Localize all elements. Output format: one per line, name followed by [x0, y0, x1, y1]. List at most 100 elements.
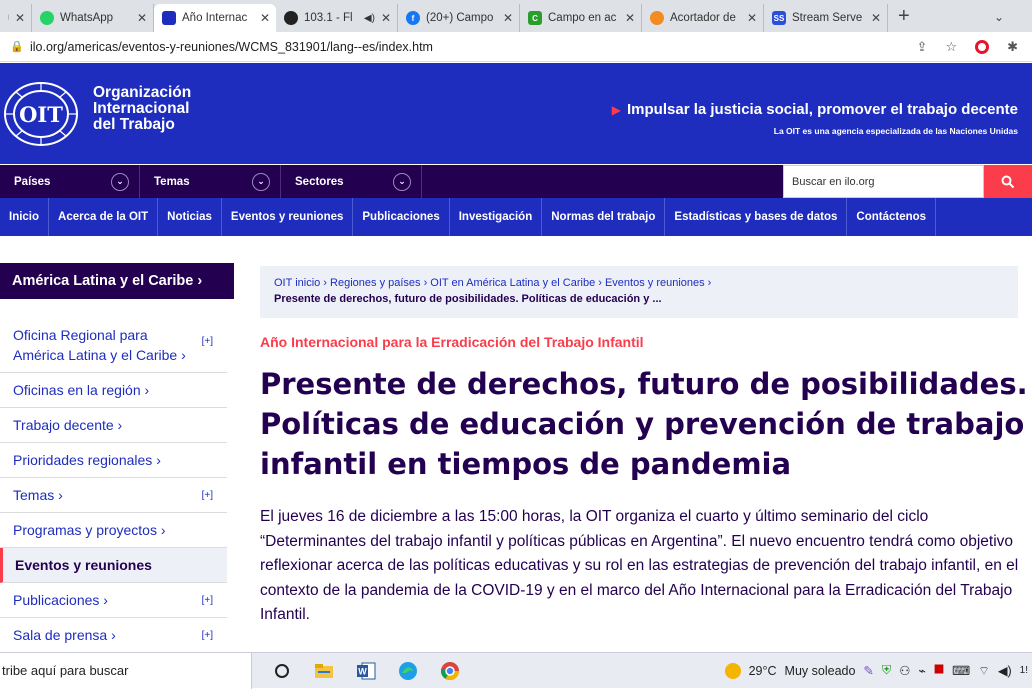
sidebar-item-label: Temas › — [13, 487, 63, 503]
word-icon[interactable]: W — [354, 659, 378, 683]
search-icon — [1001, 175, 1015, 188]
sidebar-item-label: Eventos y reuniones — [15, 557, 152, 573]
sidebar-item-prioridades[interactable]: Prioridades regionales › — [0, 443, 227, 478]
nav-publicaciones[interactable]: Publicaciones — [353, 198, 450, 236]
sidebar-menu: Oficina Regional para América Latina y e… — [0, 318, 232, 653]
pen-icon[interactable]: ✎ — [863, 663, 873, 678]
browser-tab[interactable]: Acortador de ✕ — [642, 4, 764, 32]
nav-sectores[interactable]: Sectores ⌄ — [281, 165, 422, 198]
close-icon[interactable]: ✕ — [625, 11, 635, 25]
stream-favicon: SS — [772, 11, 786, 25]
task-view-icon[interactable] — [270, 659, 294, 683]
nav-acerca[interactable]: Acerca de la OIT — [49, 198, 159, 236]
expand-icon[interactable]: [+] — [202, 332, 213, 352]
close-icon[interactable]: ✕ — [15, 11, 25, 25]
browser-tab[interactable]: WhatsApp ✕ — [32, 4, 154, 32]
search-input[interactable]: Buscar en ilo.org — [783, 165, 984, 198]
expand-icon[interactable]: [+] — [202, 626, 213, 646]
wifi-icon[interactable]: ⌔ — [978, 663, 990, 679]
tab-title: u — [8, 12, 9, 24]
browser-tab[interactable]: f (20+) Campo ✕ — [398, 4, 520, 32]
speaker-icon[interactable]: ◀) — [364, 13, 375, 24]
chrome-icon[interactable] — [438, 659, 462, 683]
nav-label: Sectores — [295, 175, 344, 188]
sidebar-item-publicaciones[interactable]: Publicaciones › [+] — [0, 583, 227, 618]
slogan: ▶ Impulsar la justicia social, promover e… — [612, 101, 1018, 118]
browser-tab[interactable]: C Campo en ac ✕ — [520, 4, 642, 32]
file-explorer-icon[interactable] — [312, 659, 336, 683]
nav-inicio[interactable]: Inicio — [0, 198, 50, 236]
sidebar-item-sala-prensa[interactable]: Sala de prensa › [+] — [0, 618, 227, 653]
browser-tab-active[interactable]: Año Internac ✕ — [154, 4, 276, 32]
sidebar-item-oficinas[interactable]: Oficinas en la región › — [0, 373, 227, 408]
nav-investigacion[interactable]: Investigación — [450, 198, 543, 236]
sidebar-heading[interactable]: América Latina y el Caribe › — [0, 263, 234, 299]
expand-icon[interactable]: [+] — [202, 486, 213, 506]
ilo-logo-icon[interactable]: OIT — [2, 80, 80, 148]
main-navigation: Inicio Acerca de la OIT Noticias Eventos… — [0, 198, 1032, 236]
logo-wordmark[interactable]: Organización Internacional del Trabajo — [93, 85, 191, 133]
chevron-down-icon[interactable]: ⌄ — [966, 10, 1032, 32]
browser-tab[interactable]: SS Stream Serve ✕ — [764, 4, 888, 32]
browser-tab[interactable]: 103.1 - Fl ◀) ✕ — [276, 4, 398, 32]
opera-icon[interactable] — [975, 39, 990, 54]
extensions-icon[interactable]: ✱ — [1007, 39, 1018, 55]
link-shortener-icon — [650, 11, 664, 25]
edge-icon[interactable] — [396, 659, 420, 683]
expand-icon[interactable]: [+] — [202, 591, 213, 611]
tab-title: Año Internac — [182, 12, 248, 24]
share-icon[interactable]: ⇪ — [917, 39, 928, 55]
radio-icon — [284, 11, 298, 25]
weather-text[interactable]: Muy soleado — [785, 664, 856, 678]
sidebar-item-temas[interactable]: Temas › [+] — [0, 478, 227, 513]
sidebar-item-label: Oficina Regional para América Latina y e… — [13, 327, 186, 363]
nav-contactenos[interactable]: Contáctenos — [847, 198, 937, 236]
tab-title: Campo en ac — [548, 12, 617, 24]
keyboard-icon[interactable]: ⌨ — [952, 663, 970, 678]
close-icon[interactable]: ✕ — [747, 11, 757, 25]
chevron-down-icon[interactable]: ⌄ — [252, 172, 270, 191]
nav-eventos[interactable]: Eventos y reuniones — [222, 198, 354, 236]
svg-text:W: W — [358, 666, 367, 676]
nav-normas[interactable]: Normas del trabajo — [542, 198, 666, 236]
breadcrumb-links[interactable]: OIT inicio › Regiones y países › OIT en … — [274, 275, 1004, 291]
sun-icon[interactable] — [724, 662, 741, 679]
top-navigation: Países ⌄ Temas ⌄ Sectores ⌄ Buscar en ilo.o… — [0, 165, 1032, 198]
nav-estadisticas[interactable]: Estadísticas y bases de datos — [665, 198, 848, 236]
lock-icon[interactable]: 🔒 — [10, 40, 24, 53]
chevron-down-icon[interactable]: ⌄ — [111, 172, 129, 191]
breadcrumb-current: Presente de derechos, futuro de posibili… — [274, 293, 662, 305]
close-icon[interactable]: ✕ — [137, 11, 147, 25]
search-button[interactable] — [984, 165, 1032, 198]
address-bar[interactable]: 🔒 ilo.org/americas/eventos-y-reuniones/W… — [0, 32, 1032, 62]
network-icon[interactable]: ⌁ — [919, 663, 927, 678]
close-icon[interactable]: ✕ — [381, 11, 391, 25]
app-tray-icon[interactable]: ⯀ — [934, 663, 944, 678]
sidebar-item-oficina-regional[interactable]: Oficina Regional para América Latina y e… — [0, 318, 227, 373]
url-text[interactable]: ilo.org/americas/eventos-y-reuniones/WCM… — [30, 40, 433, 54]
chevron-down-icon[interactable]: ⌄ — [393, 172, 411, 191]
sidebar-item-programas[interactable]: Programas y proyectos › — [0, 513, 227, 548]
volume-icon[interactable]: ◀) — [998, 663, 1012, 678]
shield-icon[interactable]: ⛨ — [882, 663, 891, 678]
nav-noticias[interactable]: Noticias — [158, 198, 222, 236]
nav-temas[interactable]: Temas ⌄ — [140, 165, 281, 198]
clock[interactable]: 1! — [1020, 665, 1028, 676]
sidebar-item-label: Publicaciones › — [13, 592, 108, 608]
sidebar-item-eventos[interactable]: Eventos y reuniones — [0, 548, 227, 583]
browser-tab-strip: u✕ WhatsApp✕ Año Internac✕ 103.1 - Fl◀)✕… — [0, 0, 1032, 32]
close-icon[interactable]: ✕ — [871, 11, 881, 25]
nav-paises[interactable]: Países ⌄ — [0, 165, 140, 198]
temperature[interactable]: 29°C — [749, 664, 777, 678]
star-icon[interactable]: ☆ — [945, 39, 957, 55]
close-icon[interactable]: ✕ — [260, 11, 270, 25]
people-icon[interactable]: ⚇ — [899, 663, 910, 678]
tab-title: 103.1 - Fl — [304, 12, 353, 24]
new-tab-button[interactable]: + — [888, 5, 920, 32]
close-icon[interactable]: ✕ — [503, 11, 513, 25]
taskbar-search-input[interactable]: tribe aquí para buscar — [0, 652, 252, 689]
sidebar-item-trabajo-decente[interactable]: Trabajo decente › — [0, 408, 227, 443]
tab-title: (20+) Campo — [426, 12, 494, 24]
browser-tab[interactable]: u✕ — [0, 4, 32, 32]
campo-favicon: C — [528, 11, 542, 25]
